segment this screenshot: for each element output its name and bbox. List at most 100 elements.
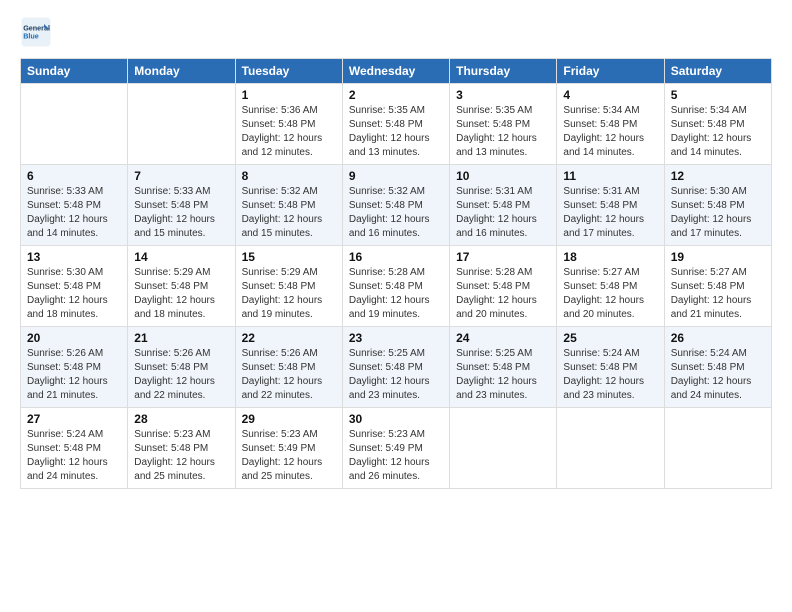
day-number: 24	[456, 331, 550, 345]
calendar-cell	[128, 84, 235, 165]
calendar-cell: 12 Sunrise: 5:30 AM Sunset: 5:48 PM Dayli…	[664, 165, 771, 246]
day-number: 25	[563, 331, 657, 345]
day-number: 1	[242, 88, 336, 102]
calendar-cell	[21, 84, 128, 165]
calendar-cell: 3 Sunrise: 5:35 AM Sunset: 5:48 PM Daylig…	[450, 84, 557, 165]
day-number: 10	[456, 169, 550, 183]
logo: General Blue	[20, 16, 56, 48]
day-info: Sunrise: 5:35 AM Sunset: 5:48 PM Dayligh…	[456, 104, 550, 160]
day-info: Sunrise: 5:23 AM Sunset: 5:48 PM Dayligh…	[134, 428, 228, 484]
day-number: 12	[671, 169, 765, 183]
weekday-wednesday: Wednesday	[342, 59, 449, 84]
calendar-week-4: 20 Sunrise: 5:26 AM Sunset: 5:48 PM Dayli…	[21, 327, 772, 408]
logo-icon: General Blue	[20, 16, 52, 48]
day-info: Sunrise: 5:25 AM Sunset: 5:48 PM Dayligh…	[456, 347, 550, 403]
day-info: Sunrise: 5:28 AM Sunset: 5:48 PM Dayligh…	[349, 266, 443, 322]
calendar-cell: 29Sunrise: 5:23 AM Sunset: 5:49 PM Dayli…	[235, 408, 342, 489]
day-info: Sunrise: 5:23 AM Sunset: 5:49 PM Dayligh…	[349, 428, 443, 484]
calendar-cell: 28Sunrise: 5:23 AM Sunset: 5:48 PM Dayli…	[128, 408, 235, 489]
day-number: 5	[671, 88, 765, 102]
calendar-cell: 16 Sunrise: 5:28 AM Sunset: 5:48 PM Dayli…	[342, 246, 449, 327]
day-number: 3	[456, 88, 550, 102]
day-info: Sunrise: 5:34 AM Sunset: 5:48 PM Dayligh…	[671, 104, 765, 160]
weekday-header-row: SundayMondayTuesdayWednesdayThursdayFrid…	[21, 59, 772, 84]
day-number: 22	[242, 331, 336, 345]
calendar-cell: 26Sunrise: 5:24 AM Sunset: 5:48 PM Dayli…	[664, 327, 771, 408]
calendar-cell: 21 Sunrise: 5:26 AM Sunset: 5:48 PM Dayli…	[128, 327, 235, 408]
calendar-cell	[450, 408, 557, 489]
calendar-cell: 1 Sunrise: 5:36 AM Sunset: 5:48 PM Daylig…	[235, 84, 342, 165]
weekday-saturday: Saturday	[664, 59, 771, 84]
day-info: Sunrise: 5:35 AM Sunset: 5:48 PM Dayligh…	[349, 104, 443, 160]
calendar-cell: 23 Sunrise: 5:25 AM Sunset: 5:48 PM Dayli…	[342, 327, 449, 408]
calendar-week-2: 6 Sunrise: 5:33 AM Sunset: 5:48 PM Daylig…	[21, 165, 772, 246]
calendar-cell: 10 Sunrise: 5:31 AM Sunset: 5:48 PM Dayli…	[450, 165, 557, 246]
weekday-thursday: Thursday	[450, 59, 557, 84]
svg-text:Blue: Blue	[23, 31, 39, 40]
calendar-week-1: 1 Sunrise: 5:36 AM Sunset: 5:48 PM Daylig…	[21, 84, 772, 165]
weekday-monday: Monday	[128, 59, 235, 84]
calendar-cell: 19 Sunrise: 5:27 AM Sunset: 5:48 PM Dayli…	[664, 246, 771, 327]
day-number: 18	[563, 250, 657, 264]
day-info: Sunrise: 5:36 AM Sunset: 5:48 PM Dayligh…	[242, 104, 336, 160]
calendar-cell: 14 Sunrise: 5:29 AM Sunset: 5:48 PM Dayli…	[128, 246, 235, 327]
day-number: 14	[134, 250, 228, 264]
day-info: Sunrise: 5:24 AM Sunset: 5:48 PM Dayligh…	[27, 428, 121, 484]
day-number: 16	[349, 250, 443, 264]
day-number: 20	[27, 331, 121, 345]
calendar-cell: 17Sunrise: 5:28 AM Sunset: 5:48 PM Dayli…	[450, 246, 557, 327]
day-info: Sunrise: 5:30 AM Sunset: 5:48 PM Dayligh…	[671, 185, 765, 241]
calendar-cell: 11 Sunrise: 5:31 AM Sunset: 5:48 PM Dayli…	[557, 165, 664, 246]
day-info: Sunrise: 5:26 AM Sunset: 5:48 PM Dayligh…	[134, 347, 228, 403]
day-info: Sunrise: 5:26 AM Sunset: 5:48 PM Dayligh…	[27, 347, 121, 403]
day-info: Sunrise: 5:29 AM Sunset: 5:48 PM Dayligh…	[242, 266, 336, 322]
calendar-cell: 4 Sunrise: 5:34 AM Sunset: 5:48 PM Daylig…	[557, 84, 664, 165]
day-number: 6	[27, 169, 121, 183]
day-info: Sunrise: 5:24 AM Sunset: 5:48 PM Dayligh…	[563, 347, 657, 403]
day-number: 2	[349, 88, 443, 102]
day-number: 11	[563, 169, 657, 183]
day-number: 27	[27, 412, 121, 426]
calendar-cell: 13 Sunrise: 5:30 AM Sunset: 5:48 PM Dayli…	[21, 246, 128, 327]
day-info: Sunrise: 5:30 AM Sunset: 5:48 PM Dayligh…	[27, 266, 121, 322]
day-info: Sunrise: 5:31 AM Sunset: 5:48 PM Dayligh…	[563, 185, 657, 241]
calendar-cell	[557, 408, 664, 489]
day-number: 21	[134, 331, 228, 345]
day-info: Sunrise: 5:32 AM Sunset: 5:48 PM Dayligh…	[349, 185, 443, 241]
day-info: Sunrise: 5:26 AM Sunset: 5:48 PM Dayligh…	[242, 347, 336, 403]
calendar-cell: 2 Sunrise: 5:35 AM Sunset: 5:48 PM Daylig…	[342, 84, 449, 165]
day-number: 19	[671, 250, 765, 264]
page: General Blue SundayMondayTuesdayWednesda…	[0, 0, 792, 612]
day-info: Sunrise: 5:27 AM Sunset: 5:48 PM Dayligh…	[671, 266, 765, 322]
day-number: 7	[134, 169, 228, 183]
calendar-cell	[664, 408, 771, 489]
calendar-cell: 18 Sunrise: 5:27 AM Sunset: 5:48 PM Dayli…	[557, 246, 664, 327]
day-info: Sunrise: 5:32 AM Sunset: 5:48 PM Dayligh…	[242, 185, 336, 241]
day-info: Sunrise: 5:29 AM Sunset: 5:48 PM Dayligh…	[134, 266, 228, 322]
day-info: Sunrise: 5:33 AM Sunset: 5:48 PM Dayligh…	[27, 185, 121, 241]
day-number: 13	[27, 250, 121, 264]
calendar-cell: 6 Sunrise: 5:33 AM Sunset: 5:48 PM Daylig…	[21, 165, 128, 246]
day-info: Sunrise: 5:31 AM Sunset: 5:48 PM Dayligh…	[456, 185, 550, 241]
calendar-week-3: 13 Sunrise: 5:30 AM Sunset: 5:48 PM Dayli…	[21, 246, 772, 327]
calendar-cell: 20 Sunrise: 5:26 AM Sunset: 5:48 PM Dayli…	[21, 327, 128, 408]
calendar-week-5: 27 Sunrise: 5:24 AM Sunset: 5:48 PM Dayli…	[21, 408, 772, 489]
day-number: 4	[563, 88, 657, 102]
day-info: Sunrise: 5:33 AM Sunset: 5:48 PM Dayligh…	[134, 185, 228, 241]
day-number: 8	[242, 169, 336, 183]
calendar-cell: 22 Sunrise: 5:26 AM Sunset: 5:48 PM Dayli…	[235, 327, 342, 408]
day-number: 9	[349, 169, 443, 183]
calendar-cell: 15 Sunrise: 5:29 AM Sunset: 5:48 PM Dayli…	[235, 246, 342, 327]
day-info: Sunrise: 5:27 AM Sunset: 5:48 PM Dayligh…	[563, 266, 657, 322]
weekday-friday: Friday	[557, 59, 664, 84]
calendar-cell: 30 Sunrise: 5:23 AM Sunset: 5:49 PM Dayli…	[342, 408, 449, 489]
day-number: 23	[349, 331, 443, 345]
day-number: 30	[349, 412, 443, 426]
day-number: 15	[242, 250, 336, 264]
day-info: Sunrise: 5:24 AM Sunset: 5:48 PM Dayligh…	[671, 347, 765, 403]
day-info: Sunrise: 5:34 AM Sunset: 5:48 PM Dayligh…	[563, 104, 657, 160]
calendar-cell: 9 Sunrise: 5:32 AM Sunset: 5:48 PM Daylig…	[342, 165, 449, 246]
day-info: Sunrise: 5:28 AM Sunset: 5:48 PM Dayligh…	[456, 266, 550, 322]
weekday-sunday: Sunday	[21, 59, 128, 84]
day-info: Sunrise: 5:25 AM Sunset: 5:48 PM Dayligh…	[349, 347, 443, 403]
